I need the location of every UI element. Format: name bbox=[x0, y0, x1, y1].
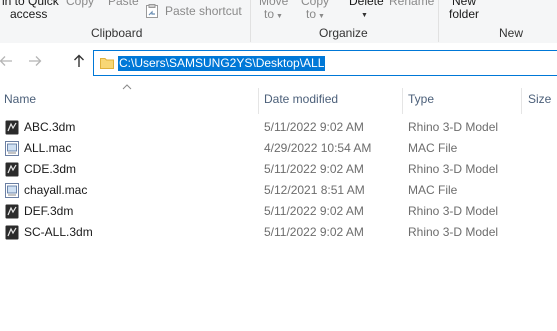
sort-ascending-icon bbox=[122, 84, 132, 90]
arrow-left-icon bbox=[0, 56, 12, 66]
ribbon: in to Quick access Copy Paste Paste shor… bbox=[0, 0, 557, 44]
file-date: 5/11/2022 9:02 AM bbox=[264, 204, 364, 218]
back-button[interactable] bbox=[0, 52, 15, 70]
file-type: Rhino 3-D Model bbox=[408, 120, 499, 134]
column-size-header[interactable]: Size bbox=[528, 92, 551, 106]
organize-group-label: Organize bbox=[319, 26, 368, 40]
file-date: 5/12/2021 8:51 AM bbox=[264, 183, 365, 197]
file-row[interactable]: DEF.3dm 5/11/2022 9:02 AM Rhino 3-D Mode… bbox=[0, 201, 557, 222]
file-type: MAC File bbox=[408, 141, 458, 155]
rhino-model-icon bbox=[5, 204, 19, 219]
rename-button[interactable]: Rename bbox=[389, 0, 434, 8]
file-name: CDE.3dm bbox=[24, 162, 77, 176]
file-type: Rhino 3-D Model bbox=[408, 225, 499, 239]
column-divider[interactable] bbox=[402, 88, 403, 114]
pin-label-line2: access bbox=[10, 7, 48, 21]
file-list: ABC.3dm 5/11/2022 9:02 AM Rhino 3-D Mode… bbox=[0, 117, 557, 243]
clipboard-group-label: Clipboard bbox=[91, 26, 143, 40]
file-date: 5/11/2022 9:02 AM bbox=[264, 225, 364, 239]
copy-button[interactable]: Copy bbox=[66, 0, 94, 8]
column-type-header[interactable]: Type bbox=[408, 92, 434, 106]
ribbon-divider bbox=[250, 0, 251, 42]
paste-shortcut-button[interactable]: Paste shortcut bbox=[165, 4, 242, 18]
arrow-right-icon bbox=[29, 56, 42, 66]
column-divider[interactable] bbox=[521, 88, 522, 114]
folder-icon bbox=[100, 58, 114, 69]
file-name: SC-ALL.3dm bbox=[24, 225, 93, 239]
address-bar-input[interactable]: C:\Users\SAMSUNG2YS\Desktop\ALL bbox=[93, 50, 557, 76]
up-button[interactable] bbox=[70, 52, 88, 70]
file-name: ABC.3dm bbox=[24, 120, 76, 134]
delete-chevron: ▼ bbox=[361, 6, 368, 20]
navigation-bar: C:\Users\SAMSUNG2YS\Desktop\ALL bbox=[0, 43, 557, 80]
column-divider[interactable] bbox=[258, 88, 259, 114]
file-name: ALL.mac bbox=[24, 141, 72, 155]
address-path-text: C:\Users\SAMSUNG2YS\Desktop\ALL bbox=[118, 56, 326, 71]
file-date: 5/11/2022 9:02 AM bbox=[264, 162, 364, 176]
file-type: Rhino 3-D Model bbox=[408, 204, 499, 218]
file-row[interactable]: CDE.3dm 5/11/2022 9:02 AM Rhino 3-D Mode… bbox=[0, 159, 557, 180]
paste-button[interactable]: Paste bbox=[108, 0, 139, 8]
rhino-model-icon bbox=[5, 162, 19, 177]
file-row[interactable]: SC-ALL.3dm 5/11/2022 9:02 AM Rhino 3-D M… bbox=[0, 222, 557, 243]
mac-file-icon bbox=[5, 141, 19, 156]
file-type: Rhino 3-D Model bbox=[408, 162, 499, 176]
new-folder-line2: folder bbox=[449, 7, 480, 21]
chevron-down-icon: ▼ bbox=[276, 13, 283, 20]
paste-shortcut-icon bbox=[146, 4, 158, 18]
chevron-down-icon: ▼ bbox=[361, 12, 368, 19]
arrow-up-icon bbox=[74, 54, 84, 67]
rhino-model-icon bbox=[5, 120, 19, 135]
ribbon-divider bbox=[438, 0, 439, 42]
mac-file-icon bbox=[5, 183, 19, 198]
file-explorer-window: in to Quick access Copy Paste Paste shor… bbox=[0, 0, 557, 331]
file-name: chayall.mac bbox=[24, 183, 88, 197]
column-name-header[interactable]: Name bbox=[4, 92, 36, 106]
rhino-model-icon bbox=[5, 225, 19, 240]
file-row[interactable]: chayall.mac 5/12/2021 8:51 AM MAC File bbox=[0, 180, 557, 201]
forward-button[interactable] bbox=[26, 52, 44, 70]
column-date-header[interactable]: Date modified bbox=[264, 92, 338, 106]
copy-to-line2: to ▼ bbox=[306, 7, 325, 21]
move-to-line2: to ▼ bbox=[264, 7, 283, 21]
file-name: DEF.3dm bbox=[24, 204, 74, 218]
file-row[interactable]: ALL.mac 4/29/2022 10:54 AM MAC File bbox=[0, 138, 557, 159]
column-header-row: Name Date modified Type Size bbox=[0, 84, 557, 114]
file-date: 5/11/2022 9:02 AM bbox=[264, 120, 364, 134]
file-type: MAC File bbox=[408, 183, 458, 197]
chevron-down-icon: ▼ bbox=[318, 13, 325, 20]
file-date: 4/29/2022 10:54 AM bbox=[264, 141, 372, 155]
new-group-label: New bbox=[499, 26, 524, 40]
file-row[interactable]: ABC.3dm 5/11/2022 9:02 AM Rhino 3-D Mode… bbox=[0, 117, 557, 138]
